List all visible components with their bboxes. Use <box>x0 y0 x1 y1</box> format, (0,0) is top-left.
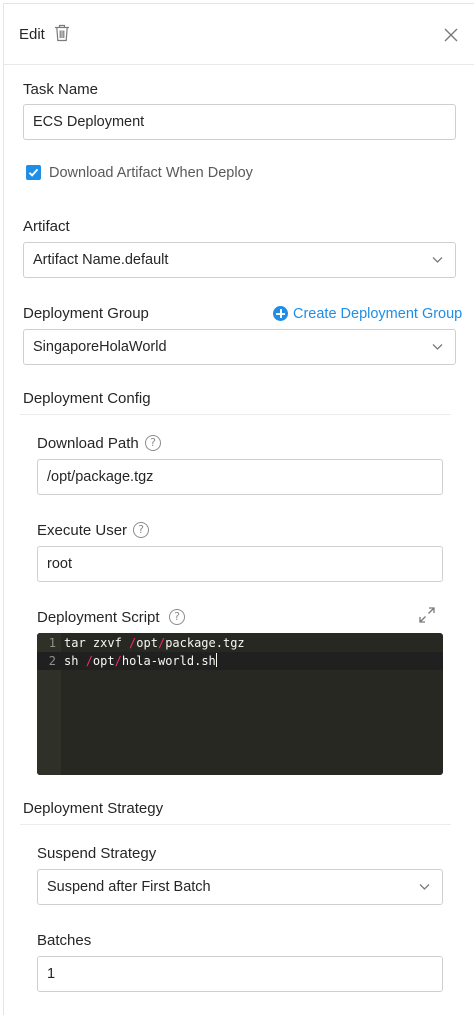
code-text: sh /opt/hola-world.sh <box>64 654 216 668</box>
create-deployment-group-link[interactable]: Create Deployment Group <box>293 306 462 322</box>
text-cursor <box>215 653 217 667</box>
help-icon[interactable]: ? <box>133 522 149 538</box>
trash-icon[interactable] <box>54 24 70 42</box>
deployment-config-title: Deployment Config <box>23 390 151 407</box>
execute-user-input[interactable]: root <box>37 546 443 582</box>
panel-header: Edit <box>4 4 474 65</box>
download-artifact-checkbox[interactable] <box>26 165 41 180</box>
suspend-strategy-label: Suspend Strategy <box>37 845 157 862</box>
download-path-label: Download Path <box>37 435 139 452</box>
artifact-label: Artifact <box>23 218 70 235</box>
artifact-select[interactable]: Artifact Name.default <box>23 242 456 278</box>
batches-label: Batches <box>37 932 92 949</box>
task-name-input[interactable]: ECS Deployment <box>23 104 456 140</box>
task-name-label: Task Name <box>23 81 99 98</box>
help-icon[interactable]: ? <box>169 609 185 625</box>
download-path-input[interactable]: /opt/package.tgz <box>37 459 443 495</box>
code-text: tar zxvf /opt/package.tgz <box>64 636 245 650</box>
batches-input[interactable]: 1 <box>37 956 443 992</box>
help-icon[interactable]: ? <box>145 435 161 451</box>
editor-line: 1 tar zxvf /opt/package.tgz <box>37 634 443 652</box>
deployment-strategy-title: Deployment Strategy <box>23 800 164 817</box>
panel-title: Edit <box>19 26 45 43</box>
deployment-group-select-value: SingaporeHolaWorld <box>33 339 167 355</box>
execute-user-label: Execute User <box>37 522 128 539</box>
line-number: 1 <box>48 636 56 650</box>
deployment-group-select[interactable]: SingaporeHolaWorld <box>23 329 456 365</box>
plus-circle-icon[interactable] <box>273 306 288 321</box>
deployment-script-editor[interactable]: 1 tar zxvf /opt/package.tgz 2 sh /opt/ho… <box>37 633 443 775</box>
edit-panel: Edit <box>3 3 474 1015</box>
code-line: tar zxvf /opt/package.tgz <box>64 634 245 652</box>
chevron-down-icon <box>419 884 430 890</box>
deployment-script-label: Deployment Script <box>37 609 160 626</box>
download-artifact-label: Download Artifact When Deploy <box>49 165 253 181</box>
chevron-down-icon <box>432 257 443 263</box>
suspend-strategy-select[interactable]: Suspend after First Batch <box>37 869 443 905</box>
section-divider <box>20 824 451 825</box>
suspend-strategy-select-value: Suspend after First Batch <box>47 879 211 895</box>
editor-line-active: 2 sh /opt/hola-world.sh <box>37 652 443 670</box>
close-icon[interactable] <box>443 27 459 43</box>
deployment-group-label: Deployment Group <box>23 305 149 322</box>
chevron-down-icon <box>432 344 443 350</box>
line-number: 2 <box>48 654 56 668</box>
check-icon <box>28 168 39 177</box>
section-divider <box>20 414 451 415</box>
artifact-select-value: Artifact Name.default <box>33 252 169 268</box>
expand-icon[interactable] <box>418 606 436 624</box>
code-line: sh /opt/hola-world.sh <box>64 652 217 670</box>
